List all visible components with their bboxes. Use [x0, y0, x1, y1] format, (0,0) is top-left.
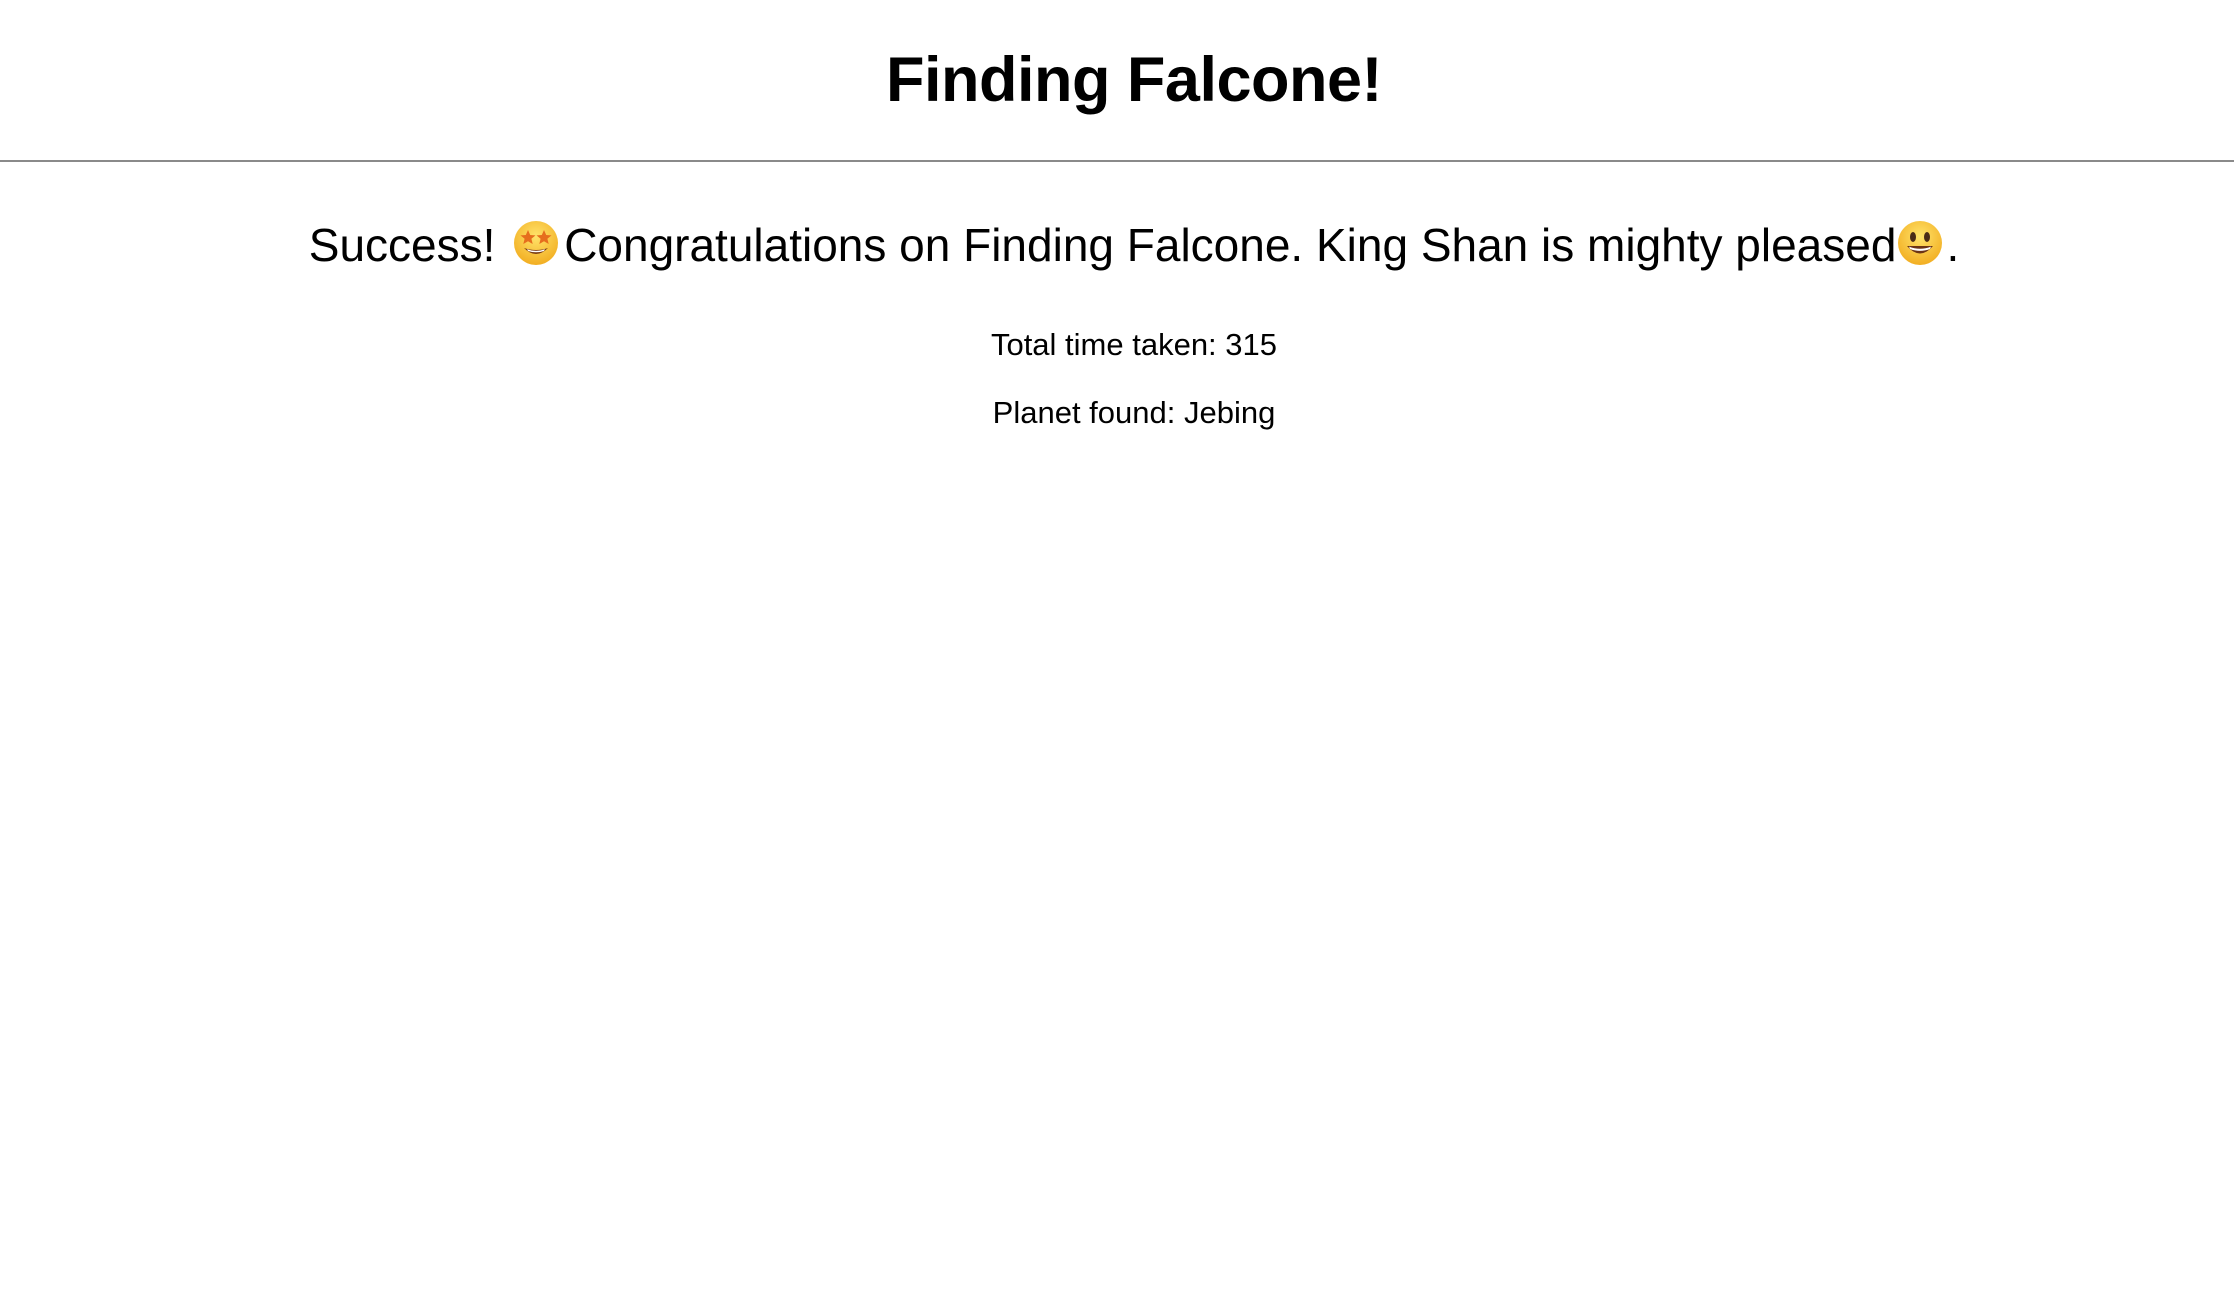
- total-time-label: Total time taken:: [990, 327, 1217, 362]
- planet-found-label: Planet found:: [992, 395, 1176, 430]
- grinning-face-emoji-icon: [1898, 221, 1943, 265]
- planet-found: Planet found: Jebing: [0, 393, 2234, 433]
- page-title: Finding Falcone!: [886, 45, 1382, 115]
- success-message-suffix: .: [1946, 219, 1960, 271]
- star-struck-emoji-icon: [514, 221, 559, 265]
- success-message-text: Congratulations on Finding Falcone. King…: [564, 219, 1897, 271]
- total-time-taken: Total time taken: 315: [0, 325, 2234, 365]
- planet-found-value: Jebing: [1183, 395, 1276, 430]
- total-time-value: 315: [1225, 327, 1278, 362]
- success-prefix: Success!: [308, 219, 496, 271]
- page-header: Finding Falcone!: [0, 0, 2234, 162]
- result-page: Finding Falcone! Success! Congratulation…: [0, 0, 2234, 1296]
- success-message: Success! Congratulations on Finding Falc…: [0, 210, 2234, 280]
